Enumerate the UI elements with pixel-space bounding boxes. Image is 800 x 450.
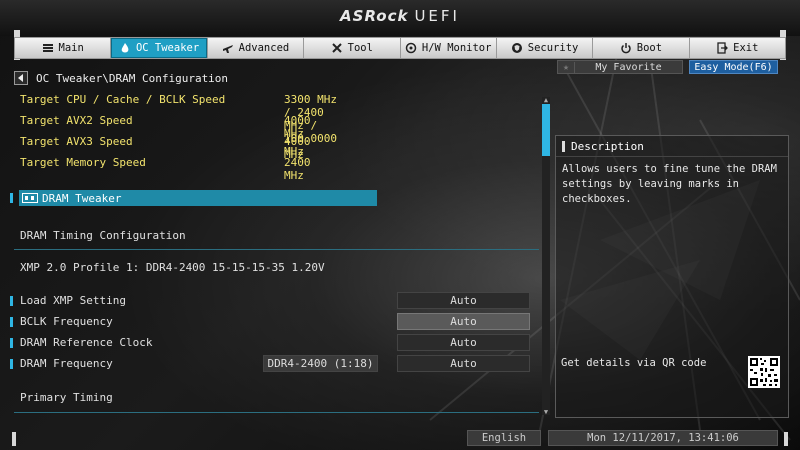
xmp-info: XMP 2.0 Profile 1: DDR4-2400 15-15-15-35… bbox=[20, 261, 325, 274]
footer-edge-left bbox=[12, 432, 16, 446]
tab-main[interactable]: Main bbox=[15, 38, 112, 58]
target-label: Target CPU / Cache / BCLK Speed bbox=[20, 93, 226, 106]
product-name: UEFI bbox=[414, 7, 460, 25]
setting-value: Auto bbox=[450, 336, 477, 349]
setting-label: BCLK Frequency bbox=[20, 315, 113, 328]
back-arrow-icon bbox=[18, 74, 23, 82]
description-line: Allows users to fine tune the DRAM bbox=[562, 163, 777, 175]
item-indicator bbox=[10, 296, 13, 306]
tab-label: Security bbox=[527, 42, 579, 54]
tab-exit[interactable]: Exit bbox=[690, 38, 785, 58]
heading-text: DRAM Timing Configuration bbox=[20, 229, 186, 242]
tab-label: OC Tweaker bbox=[135, 42, 200, 54]
scrollbar-thumb[interactable] bbox=[542, 104, 550, 156]
primary-timing-heading: Primary Timing bbox=[20, 391, 113, 404]
qr-code-icon[interactable] bbox=[748, 356, 780, 388]
section-divider bbox=[14, 412, 539, 413]
tab-label: Boot bbox=[636, 42, 663, 54]
exit-icon bbox=[717, 42, 729, 54]
description-line: settings by leaving marks in checkboxes. bbox=[562, 178, 740, 205]
back-button[interactable] bbox=[14, 71, 28, 85]
target-label: Target AVX2 Speed bbox=[20, 114, 133, 127]
qr-caption-text: Get details via QR code bbox=[561, 357, 707, 369]
language-button[interactable]: English bbox=[467, 430, 541, 446]
my-favorite-button[interactable]: ★ My Favorite bbox=[557, 60, 683, 74]
language-label: English bbox=[481, 432, 527, 444]
breadcrumb: OC Tweaker\DRAM Configuration bbox=[14, 70, 228, 86]
target-memory-row: Target Memory Speed bbox=[20, 156, 146, 169]
datetime-display: Mon 12/11/2017, 13:41:06 bbox=[548, 430, 778, 446]
timing-config-heading: DRAM Timing Configuration bbox=[20, 229, 186, 242]
scroll-up-icon[interactable]: ▲ bbox=[541, 96, 551, 104]
section-divider bbox=[14, 249, 539, 250]
xmp-info-text: XMP 2.0 Profile 1: DDR4-2400 15-15-15-35… bbox=[20, 261, 325, 274]
datetime-text: Mon 12/11/2017, 13:41:06 bbox=[587, 432, 739, 444]
setting-value: Auto bbox=[450, 294, 477, 307]
power-icon bbox=[621, 43, 631, 54]
item-indicator bbox=[10, 317, 13, 327]
easy-mode-button[interactable]: Easy Mode(F6) bbox=[689, 60, 778, 74]
target-label: Target Memory Speed bbox=[20, 156, 146, 169]
tab-label: Tool bbox=[347, 42, 373, 54]
item-indicator bbox=[10, 193, 13, 203]
description-header: Description bbox=[556, 136, 788, 157]
setting-label: Load XMP Setting bbox=[20, 294, 126, 307]
load-xmp-label: Load XMP Setting bbox=[20, 294, 126, 307]
setting-value: Auto bbox=[450, 315, 477, 328]
description-body: Allows users to fine tune the DRAM setti… bbox=[556, 157, 788, 212]
target-value: 2400 MHz bbox=[284, 156, 311, 182]
heading-text: Primary Timing bbox=[20, 391, 113, 404]
info-bar-icon bbox=[562, 140, 565, 152]
star-icon: ★ bbox=[558, 61, 575, 73]
tab-label: Main bbox=[58, 42, 84, 54]
dram-frequency-label: DRAM Frequency bbox=[20, 357, 113, 370]
dram-tweaker-label: DRAM Tweaker bbox=[42, 191, 122, 205]
setting-label: DRAM Frequency bbox=[20, 357, 113, 370]
bclk-frequency-label: BCLK Frequency bbox=[20, 315, 113, 328]
description-title: Description bbox=[571, 139, 644, 153]
tools-icon bbox=[331, 43, 342, 53]
brand-name: ASRock bbox=[340, 7, 409, 25]
monitor-icon bbox=[405, 42, 417, 54]
tab-label: Exit bbox=[733, 42, 759, 54]
main-nav: Main OC Tweaker Advanced Tool H/W Monito… bbox=[14, 37, 786, 59]
item-indicator bbox=[10, 338, 13, 348]
brand-logo: ASRock UEFI bbox=[0, 7, 800, 25]
scroll-down-icon[interactable]: ▼ bbox=[541, 408, 551, 416]
tab-boot[interactable]: Boot bbox=[593, 38, 690, 58]
tab-security[interactable]: Security bbox=[497, 38, 594, 58]
dram-tweaker-item[interactable]: DRAM Tweaker bbox=[19, 190, 377, 206]
dram-frequency-select[interactable]: Auto bbox=[397, 355, 530, 372]
dram-reference-clock-select[interactable]: Auto bbox=[397, 334, 530, 351]
tab-hw-monitor[interactable]: H/W Monitor bbox=[401, 38, 497, 58]
footer-edge-right bbox=[784, 432, 788, 446]
target-avx3-row: Target AVX3 Speed bbox=[20, 135, 133, 148]
dram-reference-clock-label: DRAM Reference Clock bbox=[20, 336, 152, 349]
tab-label: H/W Monitor bbox=[421, 42, 492, 54]
load-xmp-select[interactable]: Auto bbox=[397, 292, 530, 309]
header-bar: ASRock UEFI bbox=[0, 0, 800, 36]
shield-icon bbox=[511, 43, 522, 53]
setting-label: DRAM Reference Clock bbox=[20, 336, 153, 349]
setting-value: Auto bbox=[450, 357, 477, 370]
dram-frequency-current: DDR4-2400 (1:18) bbox=[267, 357, 374, 370]
target-label: Target AVX3 Speed bbox=[20, 135, 133, 148]
tab-oc-tweaker[interactable]: OC Tweaker bbox=[111, 38, 208, 58]
dram-frequency-readout: DDR4-2400 (1:18) bbox=[263, 355, 378, 372]
qr-caption: Get details via QR code bbox=[561, 357, 706, 369]
item-indicator bbox=[10, 359, 13, 369]
tab-advanced[interactable]: Advanced bbox=[208, 38, 305, 58]
breadcrumb-path: OC Tweaker\DRAM Configuration bbox=[36, 71, 229, 85]
tab-tool[interactable]: Tool bbox=[304, 38, 401, 58]
airplane-icon bbox=[222, 45, 233, 53]
memory-icon bbox=[22, 193, 38, 203]
target-cpu-row: Target CPU / Cache / BCLK Speed bbox=[20, 93, 225, 106]
target-avx2-row: Target AVX2 Speed bbox=[20, 114, 133, 127]
bclk-frequency-select[interactable]: Auto bbox=[397, 313, 530, 330]
easy-mode-label: Easy Mode(F6) bbox=[694, 61, 773, 73]
flame-icon bbox=[121, 43, 129, 53]
tab-label: Advanced bbox=[238, 42, 290, 54]
menu-icon bbox=[42, 44, 53, 52]
favorite-label: My Favorite bbox=[595, 61, 662, 73]
